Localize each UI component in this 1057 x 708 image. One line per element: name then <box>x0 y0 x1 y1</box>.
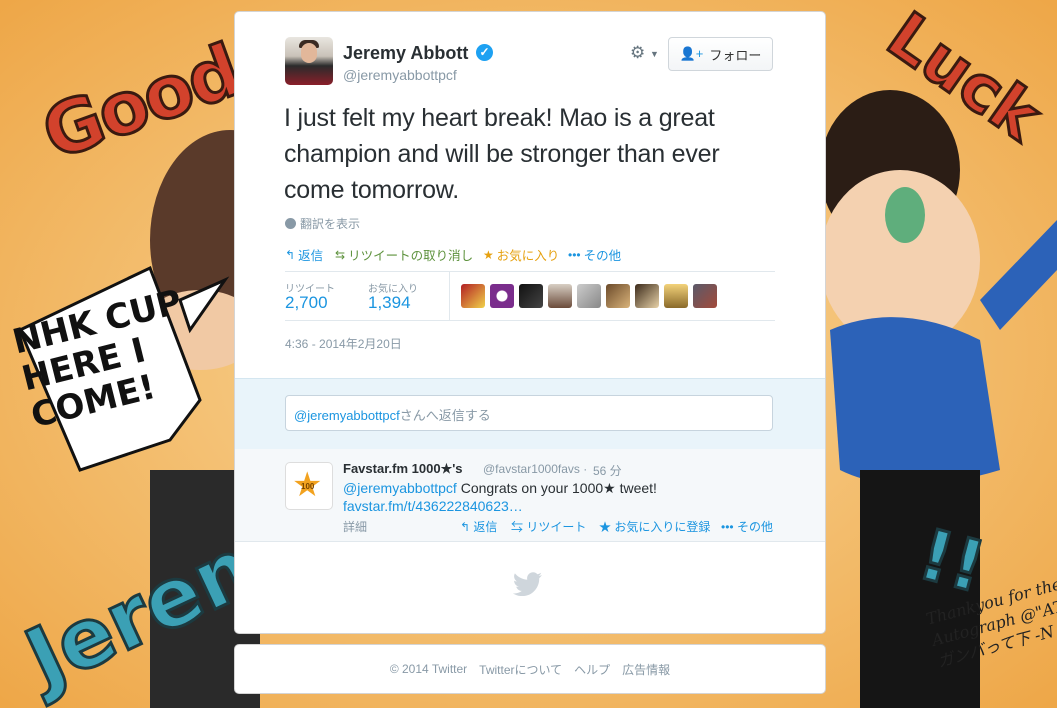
translate-link[interactable]: 翻訳を表示 <box>285 215 360 232</box>
more-dots-icon: ••• <box>568 247 581 262</box>
reply-details-link[interactable]: 詳細 <box>343 518 367 535</box>
favstar-avatar-number: 100 <box>301 482 315 491</box>
reply-tweet-reply-action[interactable]: ↰ 返信 <box>460 518 497 535</box>
favoriter-avatar[interactable] <box>635 284 659 308</box>
globe-icon <box>285 218 296 229</box>
follow-label: フォロー <box>709 47 762 63</box>
page-footer: © 2014 Twitter Twitterについて ヘルプ 広告情報 <box>234 644 826 694</box>
reply-author-handle[interactable]: @favstar1000favs · <box>483 462 587 476</box>
author-avatar[interactable] <box>285 37 333 85</box>
favoriter-avatar[interactable] <box>577 284 601 308</box>
reply-tweet-retweet-action[interactable]: ⇆ リツイート <box>511 518 586 535</box>
retweets-count[interactable]: 2,700 <box>285 293 328 313</box>
more-dots-icon: ••• <box>721 520 737 534</box>
star-icon: ★ <box>483 247 494 262</box>
reply-input-placeholder: さんへ返信する <box>399 408 491 423</box>
favorite-label: お気に入り <box>496 249 560 263</box>
footer-copyright: © 2014 Twitter <box>389 662 468 676</box>
stats-divider <box>449 272 450 320</box>
chevron-down-icon: ▼ <box>650 49 659 59</box>
footer-help-link[interactable]: ヘルプ <box>574 661 610 678</box>
reply-section: @jeremyabbottpcfさんへ返信する <box>235 378 825 450</box>
reply-time[interactable]: 56 分 <box>593 462 622 479</box>
reply-tweet-more-label: その他 <box>736 520 773 534</box>
reply-tweet-favorite-action[interactable]: ★ お気に入りに登録 <box>599 518 710 535</box>
reply-body-text: Congrats on your 1000★ tweet! <box>456 480 657 496</box>
reply-input-mention: @jeremyabbottpcf <box>294 408 400 423</box>
retweet-icon: ⇆ <box>511 520 527 534</box>
follow-button[interactable]: 👤+ フォロー <box>668 37 773 71</box>
tweet-timestamp[interactable]: 4:36 - 2014年2月20日 <box>285 335 402 352</box>
gear-menu-button[interactable]: ⚙ ▼ <box>630 43 662 65</box>
favstar-avatar[interactable]: ★ 100 <box>285 462 333 510</box>
favoriter-avatar[interactable] <box>519 284 543 308</box>
favorites-count[interactable]: 1,394 <box>368 293 411 313</box>
tweet-text: I just felt my heart break! Mao is a gre… <box>284 104 720 204</box>
reply-tweet[interactable]: ★ 100 Favstar.fm 1000★'s @favstar1000fav… <box>235 449 825 542</box>
avatar-face <box>301 43 317 63</box>
verified-badge-icon: ✓ <box>476 44 493 61</box>
reply-link[interactable]: favstar.fm/t/436222840623… <box>343 498 523 514</box>
tweet-card: Jeremy Abbott ✓ @jeremyabbottpcf ⚙ ▼ 👤+ フ… <box>234 11 826 634</box>
favoriter-avatar[interactable] <box>693 284 717 308</box>
footer-ads-link[interactable]: 広告情報 <box>622 661 670 678</box>
reply-tweet-more-action[interactable]: ••• その他 <box>721 518 773 535</box>
reply-tweet-reply-label: 返信 <box>473 520 498 534</box>
reply-icon: ↰ <box>460 520 474 534</box>
twitter-bird-icon <box>512 572 543 597</box>
favorite-action[interactable]: ★ お気に入り <box>483 245 559 264</box>
footer-about-link[interactable]: Twitterについて <box>479 661 562 678</box>
favoriter-avatar[interactable] <box>606 284 630 308</box>
add-user-icon: 👤+ <box>679 46 704 61</box>
twitter-bird-svg <box>512 572 542 597</box>
retweet-icon: ⇆ <box>335 247 346 262</box>
favoriter-avatar[interactable] <box>548 284 572 308</box>
reply-icon: ↰ <box>285 247 296 262</box>
tweet-stats: リツイート 2,700 お気に入り 1,394 <box>285 271 775 321</box>
star-icon: ★ <box>599 520 615 534</box>
author-name[interactable]: Jeremy Abbott <box>343 43 468 64</box>
favoriter-avatar[interactable] <box>664 284 688 308</box>
reply-separator: · <box>583 462 588 476</box>
reply-action[interactable]: ↰ 返信 <box>285 245 323 264</box>
reply-body-mention[interactable]: @jeremyabbottpcf <box>343 480 457 496</box>
reply-label: 返信 <box>298 249 324 263</box>
gear-icon: ⚙ <box>630 43 646 62</box>
reply-tweet-retweet-label: リツイート <box>526 520 587 534</box>
reply-handle-text: @favstar1000favs <box>483 462 580 476</box>
reply-author-name[interactable]: Favstar.fm 1000★'s <box>343 461 463 477</box>
favoriter-avatar[interactable] <box>490 284 514 308</box>
undo-retweet-label: リツイートの取り消し <box>348 249 474 263</box>
more-label: その他 <box>583 249 622 263</box>
translate-label: 翻訳を表示 <box>300 217 361 231</box>
reply-body: @jeremyabbottpcf Congrats on your 1000★ … <box>343 479 783 515</box>
reply-input[interactable]: @jeremyabbottpcfさんへ返信する <box>285 395 773 431</box>
author-handle[interactable]: @jeremyabbottpcf <box>343 67 457 83</box>
undo-retweet-action[interactable]: ⇆ リツイートの取り消し <box>335 245 473 264</box>
favoriter-avatar[interactable] <box>461 284 485 308</box>
more-action[interactable]: ••• その他 <box>568 245 621 264</box>
favoriter-avatars <box>461 284 717 308</box>
reply-tweet-favorite-label: お気に入りに登録 <box>614 520 711 534</box>
